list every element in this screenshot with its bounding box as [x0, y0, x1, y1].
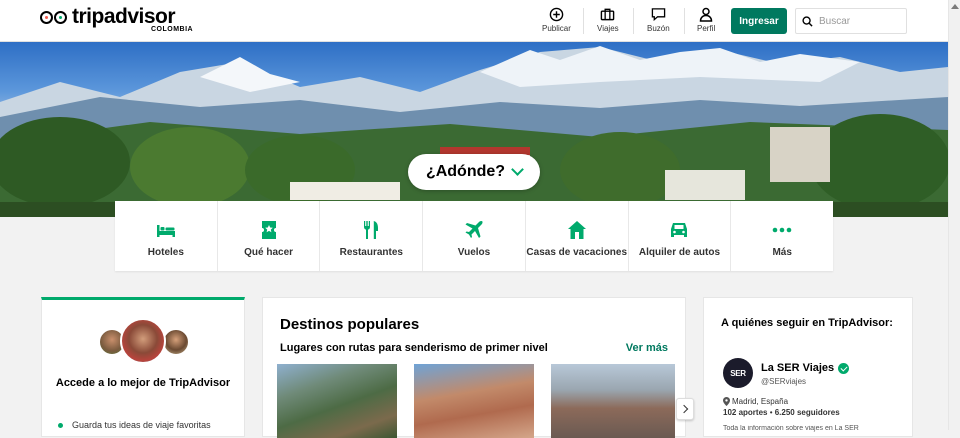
hero-banner: ¿Adónde?: [0, 42, 948, 217]
top-bar: tripadvisor COLOMBIA Publicar Viajes Buz…: [0, 0, 948, 42]
follow-title: A quiénes seguir en TripAdvisor:: [721, 317, 893, 329]
search-input[interactable]: Buscar: [795, 8, 907, 34]
see-more-link[interactable]: Ver más: [626, 342, 668, 354]
nav-label: Perfil: [697, 24, 716, 33]
category-label: Más: [772, 247, 792, 258]
account-name-text: La SER Viajes: [761, 362, 835, 374]
verified-check-icon: [838, 362, 850, 374]
nav-label: Buzón: [647, 24, 670, 33]
category-que-hacer[interactable]: Qué hacer: [218, 201, 321, 271]
category-label: Restaurantes: [339, 247, 403, 258]
category-hoteles[interactable]: Hoteles: [115, 201, 218, 271]
followers-count: 6.250 seguidores: [774, 408, 840, 417]
user-icon: [698, 6, 714, 22]
avatar: [120, 318, 166, 364]
account-location: Madrid, España: [723, 397, 788, 406]
plane-icon: [463, 220, 485, 240]
category-mas[interactable]: Más: [731, 201, 833, 271]
category-alquiler-de-autos[interactable]: Alquiler de autos: [629, 201, 732, 271]
house-icon: [566, 220, 588, 240]
category-casas-de-vacaciones[interactable]: Casas de vacaciones: [526, 201, 629, 271]
signin-promo-card: Accede a lo mejor de TripAdvisor Guarda …: [41, 297, 245, 437]
car-icon: [668, 220, 690, 240]
cutlery-icon: [360, 220, 382, 240]
account-handle: @SERviajes: [761, 377, 807, 386]
chat-icon: [650, 6, 666, 22]
avatar[interactable]: SER: [723, 358, 753, 388]
location-text: Madrid, España: [732, 397, 789, 406]
ticket-icon: [258, 220, 280, 240]
popular-destinations-card: Destinos populares Lugares con rutas par…: [262, 297, 686, 438]
nav-publicar[interactable]: Publicar: [542, 6, 571, 33]
more-dots-icon: [771, 220, 793, 240]
nav-perfil[interactable]: Perfil: [697, 6, 715, 33]
account-stats: 102 aportes • 6.250 seguidores: [723, 408, 840, 417]
owl-logo-icon: [40, 10, 68, 26]
destination-thumbnail[interactable]: [277, 364, 397, 438]
where-to-search-button[interactable]: ¿Adónde?: [408, 154, 540, 190]
destination-thumbnail[interactable]: [414, 364, 534, 438]
category-label: Qué hacer: [244, 247, 294, 258]
who-to-follow-card: A quiénes seguir en TripAdvisor: SER La …: [703, 297, 913, 437]
location-pin-icon: [723, 397, 730, 406]
mountain-landscape-image: [0, 46, 948, 217]
chevron-down-icon: [511, 163, 524, 176]
chevron-right-icon: [679, 404, 689, 414]
suitcase-icon: [600, 6, 616, 22]
search-placeholder: Buscar: [819, 15, 851, 27]
category-bar: Hoteles Qué hacer Restaurantes Vuelos Ca…: [115, 201, 833, 271]
where-label: ¿Adónde?: [425, 163, 506, 180]
brand-country: COLOMBIA: [151, 26, 194, 33]
avatar: [162, 328, 190, 356]
scroll-up-icon: [951, 4, 959, 9]
nav-buzon[interactable]: Buzón: [647, 6, 670, 33]
tripadvisor-logo[interactable]: tripadvisor COLOMBIA: [40, 5, 194, 34]
category-restaurantes[interactable]: Restaurantes: [320, 201, 424, 271]
plus-circle-icon: [548, 6, 564, 22]
brand-name: tripadvisor: [72, 5, 176, 28]
promo-bullet: Guarda tus ideas de viaje favoritas: [58, 420, 211, 430]
destination-thumbnail[interactable]: [551, 364, 675, 438]
category-label: Hoteles: [147, 247, 184, 258]
bullet-dot-icon: [58, 422, 63, 428]
promo-bullet-text: Guarda tus ideas de viaje favoritas: [72, 420, 211, 430]
category-vuelos[interactable]: Vuelos: [423, 201, 526, 271]
nav-label: Viajes: [597, 24, 619, 33]
section-subtitle: Lugares con rutas para senderismo de pri…: [280, 342, 548, 354]
carousel-next-button[interactable]: [676, 398, 694, 420]
nav-label: Publicar: [542, 24, 571, 33]
category-label: Casas de vacaciones: [526, 247, 628, 258]
contributions-count: 102 aportes: [723, 408, 768, 417]
category-label: Vuelos: [457, 247, 491, 258]
section-title: Destinos populares: [280, 316, 420, 333]
bed-icon: [155, 220, 177, 240]
promo-title: Accede a lo mejor de TripAdvisor: [55, 377, 231, 389]
category-label: Alquiler de autos: [638, 247, 721, 258]
page-scrollbar[interactable]: [948, 0, 960, 430]
search-icon: [802, 15, 813, 27]
login-button[interactable]: Ingresar: [731, 8, 787, 34]
account-name[interactable]: La SER Viajes: [761, 362, 850, 374]
nav-viajes[interactable]: Viajes: [597, 6, 619, 33]
traveler-avatars: [98, 318, 192, 366]
account-description: Toda la información sobre viajes en La S…: [723, 425, 859, 432]
